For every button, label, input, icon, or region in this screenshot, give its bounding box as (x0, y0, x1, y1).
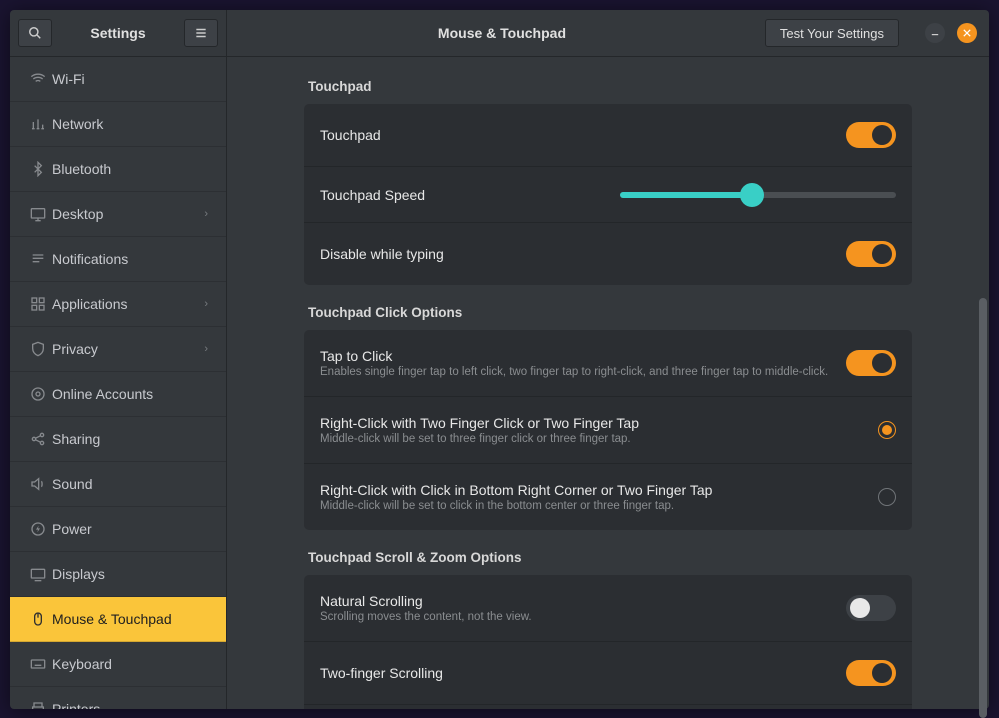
sidebar-item-network[interactable]: Network (10, 102, 226, 147)
chevron-right-icon: › (204, 208, 208, 220)
sidebar-title: Settings (52, 25, 184, 41)
sidebar-icon (24, 656, 52, 672)
row-desc: Middle-click will be set to three finger… (320, 433, 878, 445)
row-touchpad-speed: Touchpad Speed (304, 166, 912, 222)
sidebar-item-label: Applications (52, 296, 204, 312)
panel-touchpad: Touchpad Touchpad Speed Disable while ty… (304, 104, 912, 285)
sidebar-item-label: Privacy (52, 341, 204, 357)
search-button[interactable] (18, 19, 52, 47)
sidebar-icon (24, 701, 52, 709)
panel-click: Tap to Click Enables single finger tap t… (304, 330, 912, 530)
sidebar-item-label: Sharing (52, 431, 208, 447)
row-edge-scrolling: Edge Scrolling (304, 704, 912, 709)
chevron-right-icon: › (204, 298, 208, 310)
row-label: Right-Click with Two Finger Click or Two… (320, 415, 878, 431)
sidebar-item-label: Notifications (52, 251, 208, 267)
sidebar-item-label: Wi-Fi (52, 71, 208, 87)
section-title-click: Touchpad Click Options (308, 305, 912, 320)
sidebar-icon (24, 341, 52, 357)
sidebar-item-keyboard[interactable]: Keyboard (10, 642, 226, 687)
sidebar-icon (24, 206, 52, 222)
row-label: Touchpad Speed (320, 187, 620, 203)
sidebar-icon (24, 566, 52, 582)
window-header: Settings Mouse & Touchpad Test Your Sett… (10, 10, 989, 57)
test-settings-button[interactable]: Test Your Settings (765, 19, 899, 47)
sidebar-item-label: Keyboard (52, 656, 208, 672)
sidebar-item-label: Displays (52, 566, 208, 582)
row-label: Two-finger Scrolling (320, 665, 846, 681)
sidebar-icon (24, 476, 52, 492)
row-label: Touchpad (320, 127, 846, 143)
panel-scroll: Natural Scrolling Scrolling moves the co… (304, 575, 912, 709)
sidebar-item-desktop[interactable]: Desktop› (10, 192, 226, 237)
section-title-scroll: Touchpad Scroll & Zoom Options (308, 550, 912, 565)
sidebar-item-label: Bluetooth (52, 161, 208, 177)
sidebar: Wi-FiNetworkBluetoothDesktop›Notificatio… (10, 57, 227, 709)
row-label: Tap to Click (320, 348, 846, 364)
sidebar-icon (24, 611, 52, 627)
sidebar-icon (24, 71, 52, 87)
sidebar-icon (24, 161, 52, 177)
sidebar-icon (24, 386, 52, 402)
toggle-tap-to-click[interactable] (846, 350, 896, 376)
sidebar-item-label: Sound (52, 476, 208, 492)
row-touchpad-enable: Touchpad (304, 104, 912, 166)
sidebar-icon (24, 521, 52, 537)
slider-touchpad-speed[interactable] (620, 192, 896, 198)
row-rightclick-twofinger[interactable]: Right-Click with Two Finger Click or Two… (304, 396, 912, 463)
sidebar-icon (24, 296, 52, 312)
section-title-touchpad: Touchpad (308, 79, 912, 94)
sidebar-item-sound[interactable]: Sound (10, 462, 226, 507)
row-label: Natural Scrolling (320, 593, 846, 609)
sidebar-item-label: Printers (52, 701, 208, 709)
scrollbar[interactable] (979, 68, 987, 707)
sidebar-item-label: Power (52, 521, 208, 537)
toggle-twofinger-scrolling[interactable] (846, 660, 896, 686)
search-icon (28, 26, 42, 40)
row-desc: Scrolling moves the content, not the vie… (320, 611, 846, 623)
row-disable-typing: Disable while typing (304, 222, 912, 285)
toggle-natural-scrolling[interactable] (846, 595, 896, 621)
sidebar-item-applications[interactable]: Applications› (10, 282, 226, 327)
minimize-button[interactable] (925, 23, 945, 43)
row-label: Disable while typing (320, 246, 846, 262)
row-natural-scrolling: Natural Scrolling Scrolling moves the co… (304, 575, 912, 641)
sidebar-icon (24, 116, 52, 132)
sidebar-item-privacy[interactable]: Privacy› (10, 327, 226, 372)
scrollbar-thumb[interactable] (979, 298, 987, 709)
close-button[interactable] (957, 23, 977, 43)
row-desc: Enables single finger tap to left click,… (320, 366, 846, 378)
sidebar-item-label: Desktop (52, 206, 204, 222)
sidebar-item-bluetooth[interactable]: Bluetooth (10, 147, 226, 192)
hamburger-icon (194, 26, 208, 40)
sidebar-item-printers[interactable]: Printers (10, 687, 226, 709)
row-tap-to-click: Tap to Click Enables single finger tap t… (304, 330, 912, 396)
close-icon (963, 29, 971, 37)
chevron-right-icon: › (204, 343, 208, 355)
row-rightclick-corner[interactable]: Right-Click with Click in Bottom Right C… (304, 463, 912, 530)
minimize-icon (931, 29, 939, 37)
sidebar-item-online-accounts[interactable]: Online Accounts (10, 372, 226, 417)
sidebar-item-wi-fi[interactable]: Wi-Fi (10, 57, 226, 102)
radio-twofinger[interactable] (878, 421, 896, 439)
sidebar-item-power[interactable]: Power (10, 507, 226, 552)
sidebar-item-label: Online Accounts (52, 386, 208, 402)
toggle-touchpad[interactable] (846, 122, 896, 148)
sidebar-item-notifications[interactable]: Notifications (10, 237, 226, 282)
row-twofinger-scrolling: Two-finger Scrolling (304, 641, 912, 704)
page-title: Mouse & Touchpad (239, 25, 765, 41)
content-area: Touchpad Touchpad Touchpad Speed (227, 57, 989, 709)
row-desc: Middle-click will be set to click in the… (320, 500, 878, 512)
sidebar-item-sharing[interactable]: Sharing (10, 417, 226, 462)
sidebar-item-label: Mouse & Touchpad (52, 611, 208, 627)
sidebar-icon (24, 431, 52, 447)
hamburger-button[interactable] (184, 19, 218, 47)
sidebar-item-label: Network (52, 116, 208, 132)
radio-corner[interactable] (878, 488, 896, 506)
sidebar-item-mouse-touchpad[interactable]: Mouse & Touchpad (10, 597, 226, 642)
row-label: Right-Click with Click in Bottom Right C… (320, 482, 878, 498)
sidebar-item-displays[interactable]: Displays (10, 552, 226, 597)
toggle-disable-typing[interactable] (846, 241, 896, 267)
sidebar-icon (24, 251, 52, 267)
